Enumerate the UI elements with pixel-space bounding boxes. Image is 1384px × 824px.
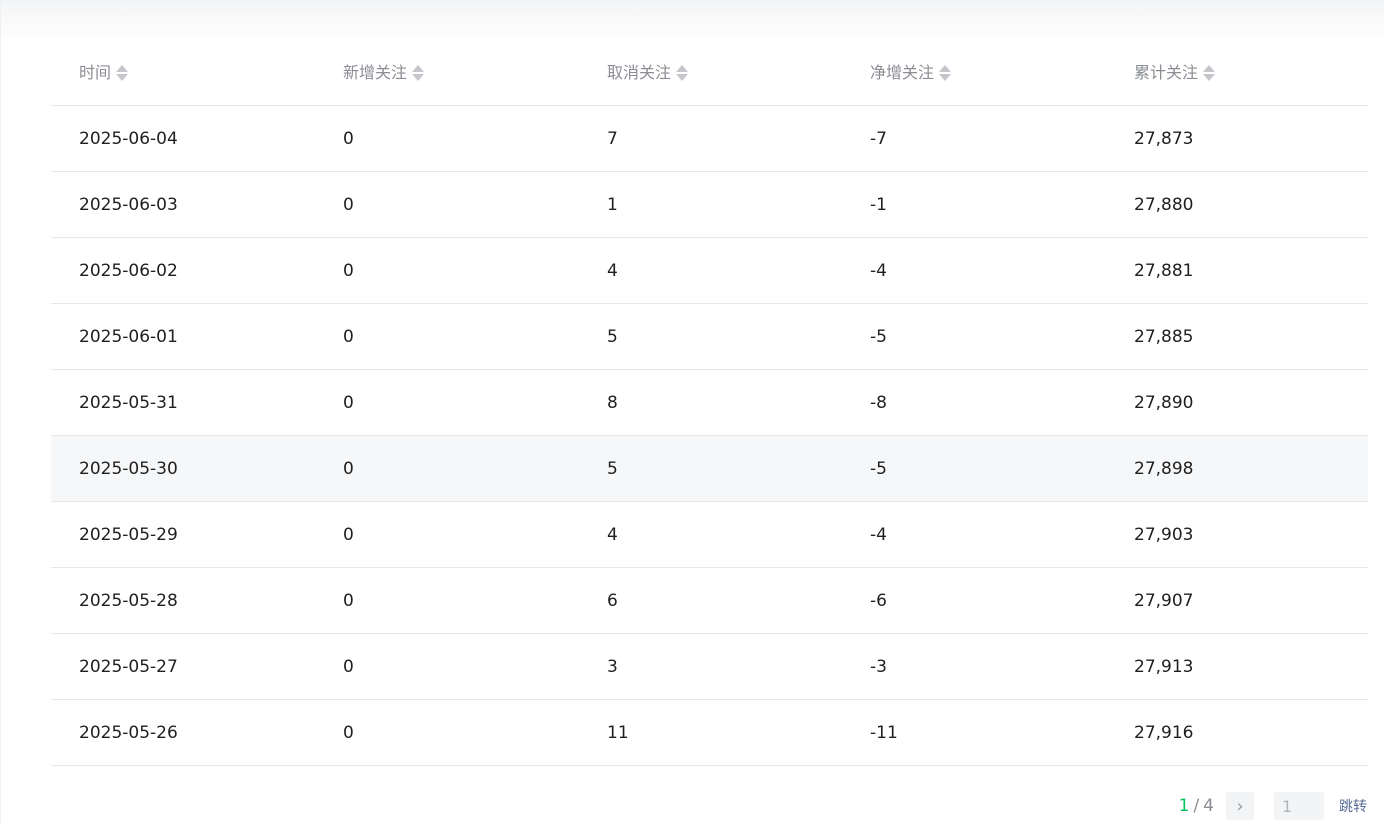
table-row: 2025-06-01 0 5 -5 27,885: [51, 304, 1368, 370]
cell-net-follows: -4: [870, 524, 887, 545]
cell-unfollows: 4: [607, 260, 618, 281]
table-header: 时间 新增关注 取消关注 净增关注 累计关注: [51, 40, 1368, 106]
cell-unfollows: 5: [607, 326, 618, 347]
cell-total-follows: 27,916: [1134, 722, 1194, 743]
column-header-label: 新增关注: [343, 62, 408, 82]
table-row: 2025-06-04 0 7 -7 27,873: [51, 106, 1368, 172]
column-header-unfollows[interactable]: 取消关注: [579, 63, 842, 83]
cell-unfollows: 6: [607, 590, 618, 611]
cell-net-follows: -8: [870, 392, 887, 413]
column-header-total-follows[interactable]: 累计关注: [1106, 63, 1368, 83]
cell-new-follows: 0: [343, 722, 354, 743]
cell-total-follows: 27,903: [1134, 524, 1194, 545]
cell-unfollows: 7: [607, 128, 618, 149]
cell-date: 2025-05-29: [79, 524, 178, 545]
cell-date: 2025-06-01: [79, 326, 178, 347]
table-row-hovered: 2025-05-30 0 5 -5 27,898: [51, 436, 1368, 502]
chevron-right-icon: ›: [1236, 795, 1244, 817]
cell-total-follows: 27,873: [1134, 128, 1194, 149]
cell-date: 2025-05-30: [79, 458, 178, 479]
cell-new-follows: 0: [343, 260, 354, 281]
cell-date: 2025-05-27: [79, 656, 178, 677]
cell-net-follows: -6: [870, 590, 887, 611]
table-row: 2025-05-28 0 6 -6 27,907: [51, 568, 1368, 634]
table-row: 2025-05-27 0 3 -3 27,913: [51, 634, 1368, 700]
cell-date: 2025-06-04: [79, 128, 178, 149]
cell-new-follows: 0: [343, 656, 354, 677]
jump-button[interactable]: 跳转: [1339, 796, 1367, 816]
cell-unfollows: 3: [607, 656, 618, 677]
cell-date: 2025-05-31: [79, 392, 178, 413]
cell-net-follows: -3: [870, 656, 887, 677]
cell-date: 2025-05-26: [79, 722, 178, 743]
cell-net-follows: -7: [870, 128, 887, 149]
cell-new-follows: 0: [343, 128, 354, 149]
cell-date: 2025-06-03: [79, 194, 178, 215]
sort-icon[interactable]: [1203, 64, 1216, 81]
top-shadow: [1, 0, 1384, 44]
cell-new-follows: 0: [343, 524, 354, 545]
column-header-label: 累计关注: [1134, 62, 1199, 82]
cell-unfollows: 8: [607, 392, 618, 413]
column-header-label: 时间: [79, 62, 112, 82]
next-page-button[interactable]: ›: [1226, 792, 1254, 820]
table-row: 2025-05-26 0 11 -11 27,916: [51, 700, 1368, 766]
column-header-new-follows[interactable]: 新增关注: [315, 63, 579, 83]
cell-net-follows: -4: [870, 260, 887, 281]
pagination: 1 / 4 › 跳转: [1179, 791, 1367, 821]
cell-total-follows: 27,881: [1134, 260, 1194, 281]
cell-new-follows: 0: [343, 392, 354, 413]
cell-new-follows: 0: [343, 194, 354, 215]
table-row: 2025-05-29 0 4 -4 27,903: [51, 502, 1368, 568]
cell-unfollows: 1: [607, 194, 618, 215]
table-row: 2025-06-03 0 1 -1 27,880: [51, 172, 1368, 238]
cell-total-follows: 27,890: [1134, 392, 1194, 413]
cell-date: 2025-05-28: [79, 590, 178, 611]
column-header-time[interactable]: 时间: [51, 63, 315, 83]
cell-net-follows: -1: [870, 194, 887, 215]
current-page-number: 1: [1178, 796, 1190, 816]
page-separator: /: [1193, 796, 1200, 816]
cell-total-follows: 27,913: [1134, 656, 1194, 677]
cell-unfollows: 4: [607, 524, 618, 545]
cell-total-follows: 27,907: [1134, 590, 1194, 611]
cell-total-follows: 27,898: [1134, 458, 1194, 479]
column-header-label: 取消关注: [607, 62, 672, 82]
total-page-count: 4: [1203, 796, 1214, 816]
cell-unfollows: 5: [607, 458, 618, 479]
cell-net-follows: -5: [870, 326, 887, 347]
sort-icon[interactable]: [676, 64, 689, 81]
table-row: 2025-06-02 0 4 -4 27,881: [51, 238, 1368, 304]
sort-icon[interactable]: [939, 64, 952, 81]
cell-unfollows: 11: [607, 722, 629, 743]
cell-net-follows: -11: [870, 722, 898, 743]
cell-total-follows: 27,885: [1134, 326, 1194, 347]
table-row: 2025-05-31 0 8 -8 27,890: [51, 370, 1368, 436]
column-header-label: 净增关注: [870, 62, 935, 82]
page-jump-input[interactable]: [1274, 792, 1324, 820]
column-header-net-follows[interactable]: 净增关注: [842, 63, 1106, 83]
cell-total-follows: 27,880: [1134, 194, 1194, 215]
followers-table: 时间 新增关注 取消关注 净增关注 累计关注 2025-06-04 0 7 -7…: [51, 40, 1368, 766]
sort-icon[interactable]: [412, 64, 425, 81]
page: 时间 新增关注 取消关注 净增关注 累计关注 2025-06-04 0 7 -7…: [0, 0, 1384, 824]
cell-date: 2025-06-02: [79, 260, 178, 281]
sort-icon[interactable]: [116, 64, 129, 81]
cell-new-follows: 0: [343, 458, 354, 479]
cell-new-follows: 0: [343, 326, 354, 347]
cell-net-follows: -5: [870, 458, 887, 479]
cell-new-follows: 0: [343, 590, 354, 611]
